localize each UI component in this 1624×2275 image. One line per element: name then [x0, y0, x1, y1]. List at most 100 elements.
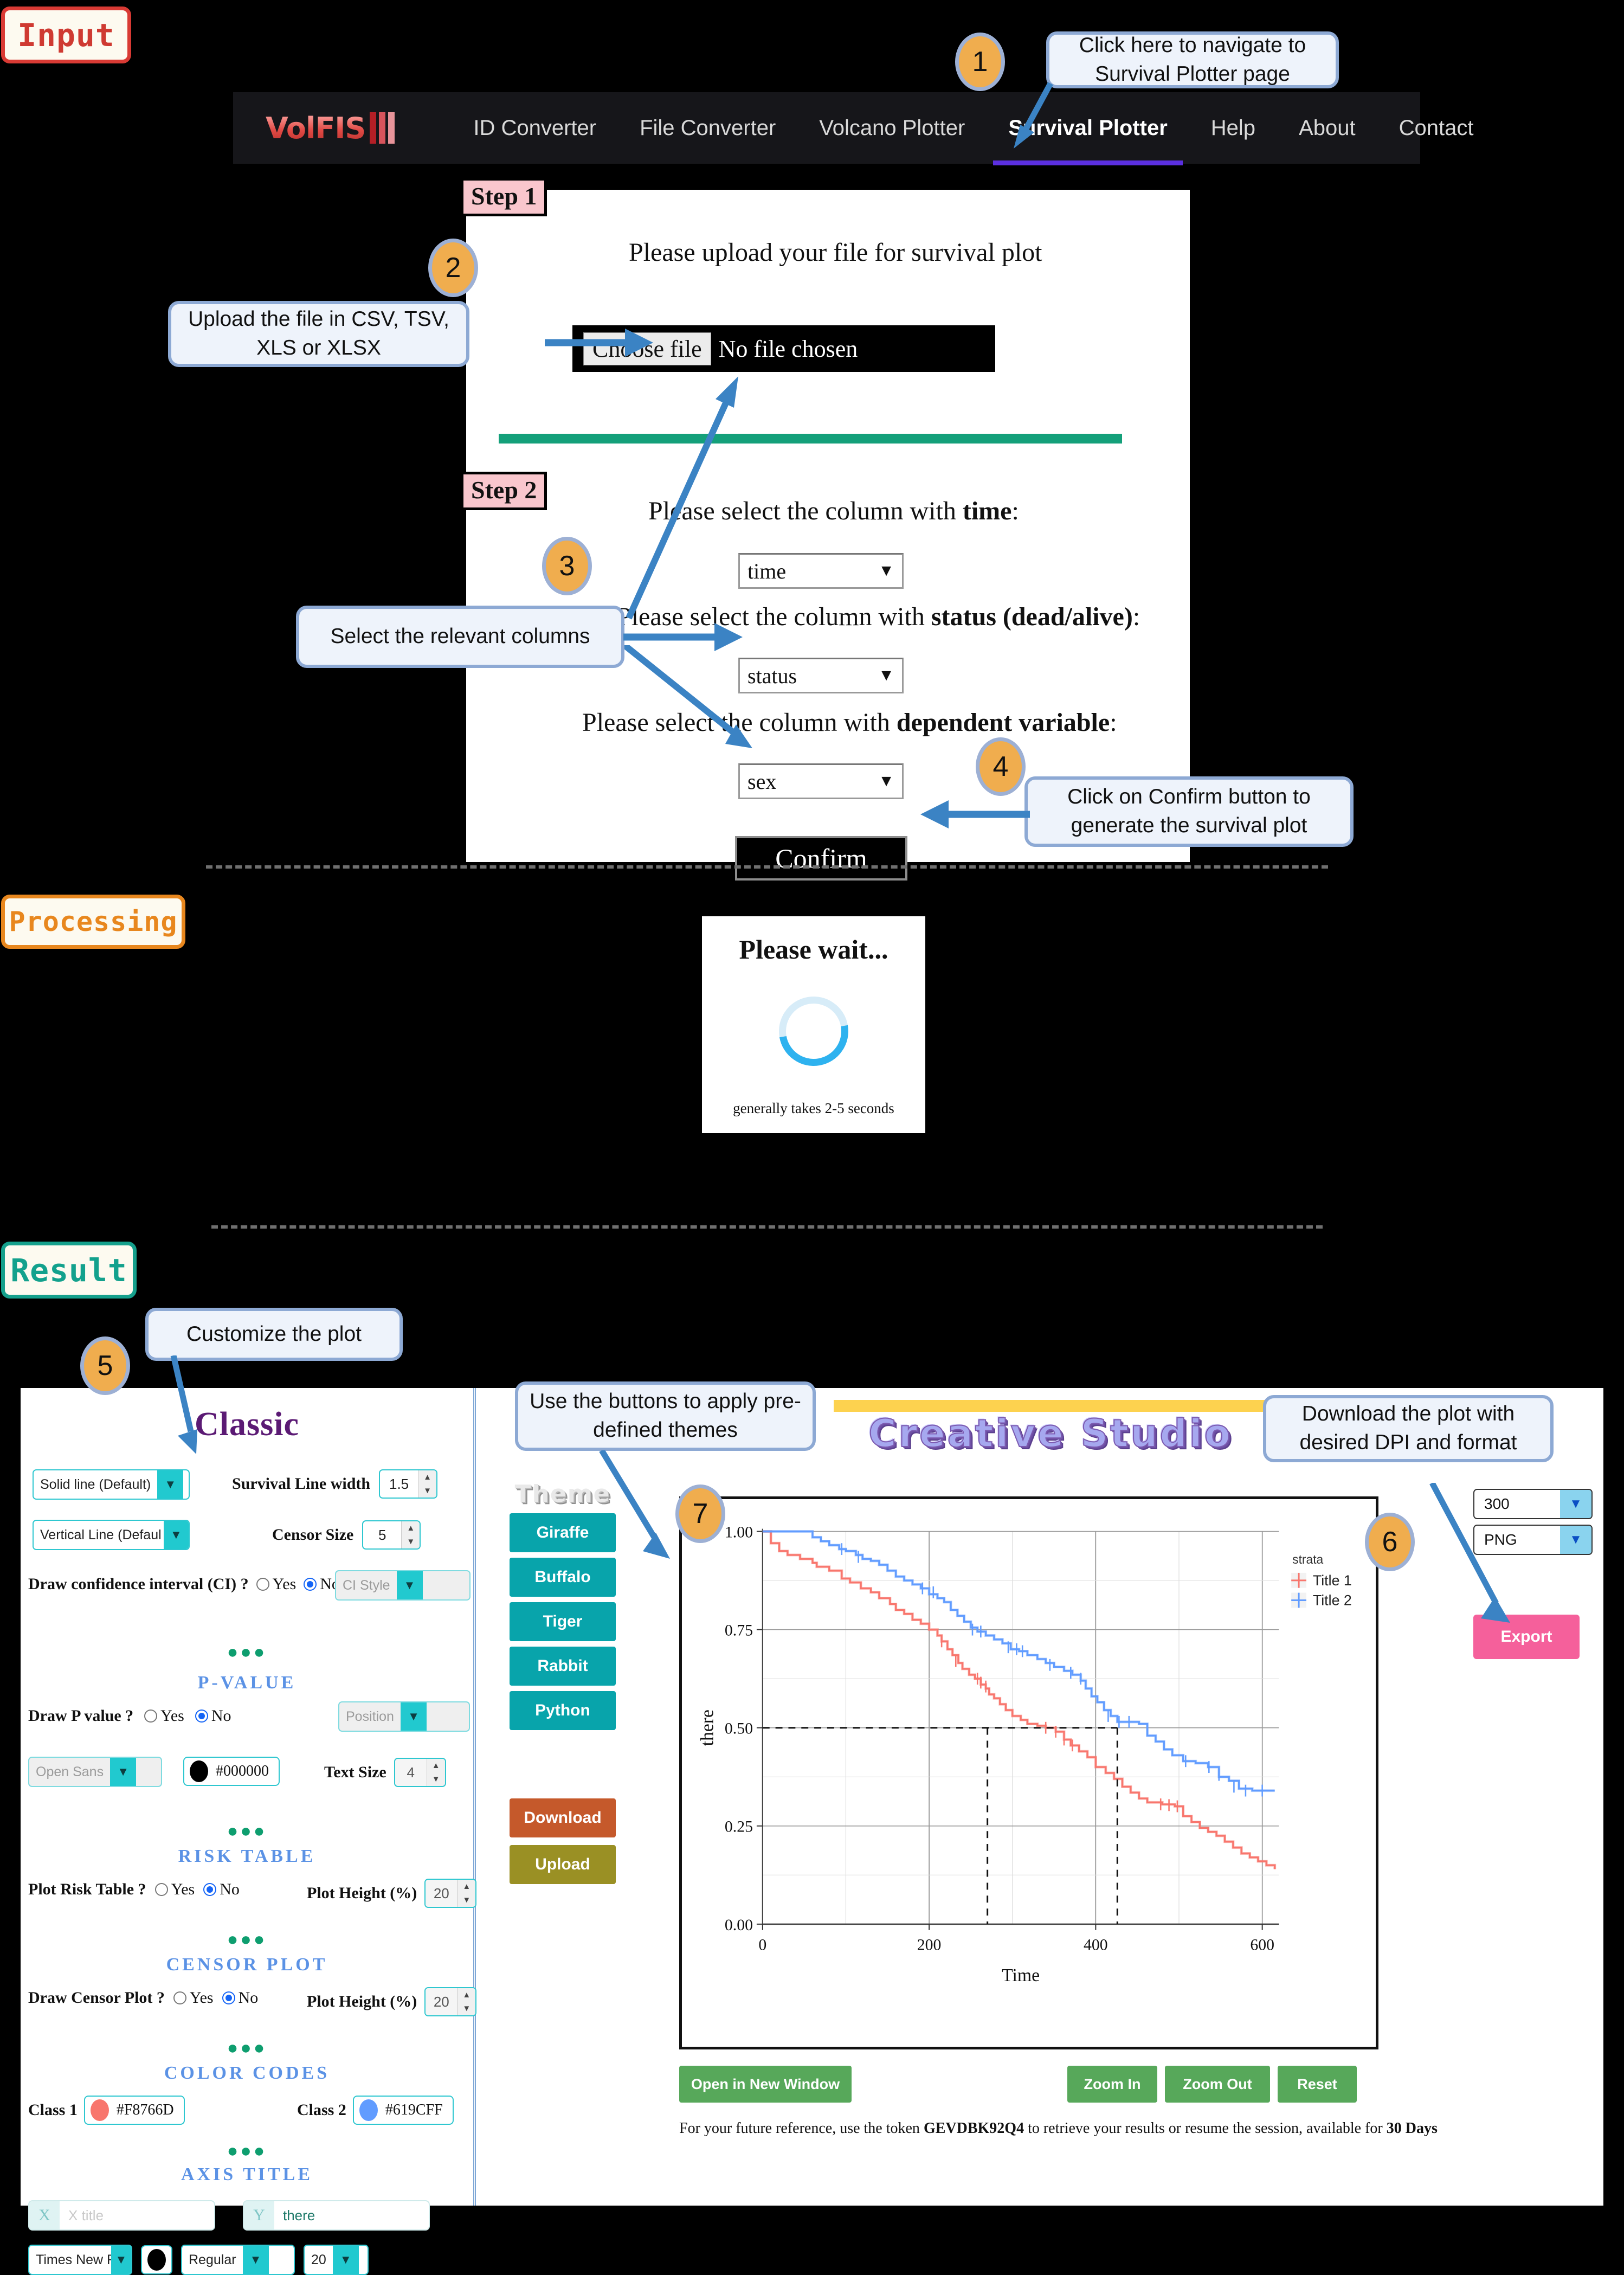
zoom-in-button[interactable]: Zoom In	[1067, 2066, 1157, 2103]
callout-themes-text: Use the buttons to apply pre-defined the…	[530, 1390, 801, 1442]
radio-on-icon	[195, 1710, 208, 1723]
theme-button-rabbit[interactable]: Rabbit	[510, 1647, 616, 1686]
survival-line-width-stepper[interactable]: 1.5 ▲ ▼	[379, 1469, 438, 1499]
token-note: For your future reference, use the token…	[679, 2120, 1438, 2137]
stepper-down-icon[interactable]: ▼	[457, 2002, 475, 2015]
status-prompt-bold: status (dead/alive)	[931, 602, 1133, 631]
section-tag-processing: Processing	[1, 895, 185, 949]
censor-plot-section-head: CENSOR PLOT	[166, 1955, 328, 1975]
nav-item-help[interactable]: Help	[1189, 116, 1277, 140]
pvalue-yes-radio[interactable]: Yes	[144, 1707, 184, 1725]
y-title-value: there	[283, 2207, 315, 2223]
stepper-arrows[interactable]: ▲ ▼	[401, 1521, 420, 1548]
pvalue-no-radio[interactable]: No	[195, 1707, 231, 1725]
dependent-column-select[interactable]: sex ▼	[738, 763, 904, 799]
pvalue-color-row: #000000	[183, 1757, 280, 1786]
stepper-down-icon[interactable]: ▼	[457, 1893, 475, 1907]
ci-style-select[interactable]: CI Style ▼	[335, 1570, 471, 1601]
chevron-down-icon: ▼	[878, 562, 894, 580]
svg-text:200: 200	[917, 1936, 942, 1953]
dependent-column-value: sex	[747, 769, 777, 794]
theme-button-tiger[interactable]: Tiger	[510, 1602, 616, 1641]
axis-font-value: Times New Ro	[36, 2252, 111, 2267]
pvalue-color-value: #000000	[216, 1763, 269, 1779]
risk-no-label: No	[220, 1880, 240, 1898]
nav-item-volcano-plotter[interactable]: Volcano Plotter	[797, 116, 987, 140]
arrow-to-survival-plotter	[1014, 82, 1053, 149]
stepper-up-icon[interactable]: ▲	[457, 1880, 475, 1893]
text-size-stepper[interactable]: 4 ▲ ▼	[394, 1758, 446, 1787]
reset-button[interactable]: Reset	[1278, 2066, 1357, 2103]
callout-confirm: Click on Confirm button to generate the …	[1024, 776, 1354, 847]
censor-size-stepper[interactable]: 5 ▲ ▼	[362, 1520, 421, 1550]
pvalue-color-picker[interactable]: #000000	[183, 1757, 280, 1786]
section-dots-5: ●●●	[227, 2141, 267, 2161]
nav-item-about[interactable]: About	[1277, 116, 1377, 140]
progress-divider	[499, 434, 1122, 444]
ci-no-radio[interactable]: No	[304, 1575, 340, 1593]
x-title-input[interactable]: X X title	[28, 2200, 215, 2231]
axis-font-select[interactable]: Times New Ro ▼	[28, 2245, 132, 2275]
stepper-up-icon[interactable]: ▲	[402, 1521, 420, 1535]
svg-text:Title 2: Title 2	[1313, 1592, 1352, 1608]
censor-size-value: 5	[378, 1526, 386, 1543]
censor-yes-radio[interactable]: Yes	[173, 1989, 214, 2007]
class1-color-picker[interactable]: #F8766D	[83, 2096, 185, 2125]
censor-plot-label: Draw Censor Plot ?	[28, 1989, 165, 2007]
nav-item-contact[interactable]: Contact	[1377, 116, 1496, 140]
chevron-down-icon: ▼	[878, 772, 894, 790]
stepper-down-icon[interactable]: ▼	[418, 1484, 436, 1498]
download-settings-button[interactable]: Download	[510, 1798, 616, 1837]
line-style-select[interactable]: Solid line (Default) ▼	[33, 1469, 190, 1500]
step-badge-6: 6	[1365, 1513, 1415, 1571]
confirm-button[interactable]: Confirm	[735, 836, 907, 881]
line-style-row: Solid line (Default) ▼	[33, 1469, 190, 1500]
risk-no-radio[interactable]: No	[203, 1880, 240, 1899]
please-wait-label: Please wait...	[739, 934, 888, 965]
pvalue-position-select[interactable]: Position ▼	[338, 1701, 470, 1732]
survival-line-width-label: Survival Line width	[232, 1475, 371, 1493]
stepper-up-icon[interactable]: ▲	[427, 1759, 445, 1772]
vertical-line-style-value: Vertical Line (Defaul	[40, 1527, 162, 1543]
navbar: VolFIS ID Converter File Converter Volca…	[233, 92, 1473, 165]
risk-yes-radio[interactable]: Yes	[154, 1880, 195, 1899]
color-swatch-icon	[359, 2099, 378, 2121]
axis-font-size-select[interactable]: 20 ▼	[304, 2245, 369, 2275]
stepper-up-icon[interactable]: ▲	[457, 1988, 475, 2002]
radio-on-icon	[203, 1883, 217, 1896]
nav-item-id-converter[interactable]: ID Converter	[452, 116, 618, 140]
vertical-line-style-select[interactable]: Vertical Line (Defaul ▼	[33, 1520, 190, 1550]
ci-yes-radio[interactable]: Yes	[256, 1575, 296, 1593]
risk-plot-height-label: Plot Height (%)	[307, 1884, 417, 1902]
step-badge-7: 7	[675, 1484, 725, 1543]
axis-font-color-picker[interactable]	[141, 2245, 172, 2274]
class2-color-picker[interactable]: #619CFF	[352, 2096, 454, 2125]
step-badge-4-number: 4	[993, 751, 1009, 782]
stepper-arrows[interactable]: ▲ ▼	[426, 1759, 445, 1786]
brand-logo[interactable]: VolFIS	[266, 111, 395, 145]
theme-button-python[interactable]: Python	[510, 1691, 616, 1730]
open-in-new-window-button[interactable]: Open in New Window	[679, 2066, 852, 2103]
axis-font-weight-select[interactable]: Regular ▼	[181, 2245, 295, 2275]
zoom-out-button[interactable]: Zoom Out	[1165, 2066, 1270, 2103]
stepper-down-icon[interactable]: ▼	[427, 1772, 445, 1786]
pvalue-font-select[interactable]: Open Sans ▼	[28, 1757, 162, 1787]
y-title-input[interactable]: Y there	[243, 2200, 430, 2231]
chevron-down-icon: ▼	[111, 2246, 131, 2274]
upload-settings-button[interactable]: Upload	[510, 1845, 616, 1884]
stepper-arrows[interactable]: ▲ ▼	[457, 1880, 476, 1907]
stepper-down-icon[interactable]: ▼	[402, 1535, 420, 1548]
nav-item-file-converter[interactable]: File Converter	[618, 116, 797, 140]
callout-export-text: Download the plot with desired DPI and f…	[1299, 1402, 1517, 1454]
stepper-up-icon[interactable]: ▲	[418, 1470, 436, 1484]
risk-plot-height-stepper[interactable]: 20 ▲ ▼	[424, 1879, 477, 1908]
censor-no-radio[interactable]: No	[222, 1989, 258, 2007]
callout-select-columns: Select the relevant columns	[296, 606, 624, 668]
callout-upload-file-text: Upload the file in CSV, TSV, XLS or XLSX	[188, 307, 450, 359]
pvalue-position-row: Position ▼	[338, 1701, 470, 1732]
censor-plot-height-stepper[interactable]: 20 ▲ ▼	[424, 1987, 477, 2016]
stepper-arrows[interactable]: ▲ ▼	[418, 1470, 437, 1498]
stepper-arrows[interactable]: ▲ ▼	[457, 1988, 476, 2015]
time-column-select[interactable]: time ▼	[738, 553, 904, 589]
chevron-down-icon: ▼	[1560, 1526, 1591, 1554]
